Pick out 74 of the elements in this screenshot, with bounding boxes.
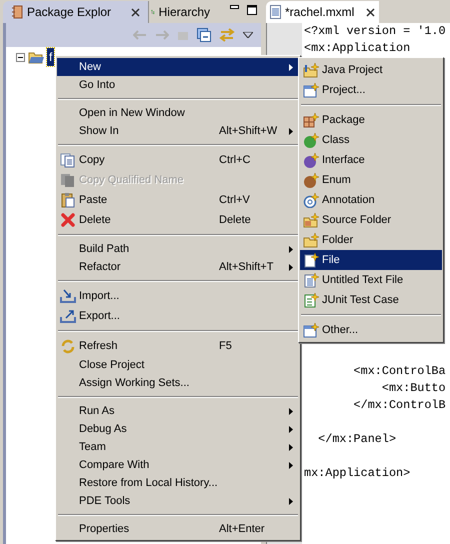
- menu-item[interactable]: Team: [57, 438, 299, 456]
- documents-icon: [60, 172, 76, 188]
- code-line: mx:Application>: [304, 465, 410, 482]
- menu-item[interactable]: Project...: [300, 80, 442, 100]
- menu-item[interactable]: Package: [300, 110, 442, 130]
- menu-item[interactable]: Open in New Window: [57, 104, 299, 122]
- package-plus-icon: [303, 112, 319, 128]
- view-tab[interactable]: Package Explor: [3, 1, 148, 23]
- package-icon: [11, 5, 23, 19]
- ring-plus-icon: [303, 192, 319, 208]
- circle-plus-icon: [303, 152, 319, 168]
- menu-item[interactable]: Copy Ctrl+C: [57, 150, 299, 170]
- menu-item[interactable]: Debug As: [57, 420, 299, 438]
- circle-plus-icon: [303, 132, 319, 148]
- x-icon: [60, 212, 76, 228]
- menu-item[interactable]: Properties Alt+Enter: [57, 520, 299, 538]
- menu-item[interactable]: Enum: [300, 170, 442, 190]
- menu-item[interactable]: Java Project: [300, 60, 442, 80]
- code-line: </mx:ControlB: [352, 397, 446, 414]
- tree-item[interactable]: f: [47, 48, 54, 66]
- menu-item[interactable]: Show In Alt+Shift+W: [57, 122, 299, 140]
- menu-item[interactable]: Compare With: [57, 456, 299, 474]
- folder-plus-icon: [303, 212, 319, 228]
- menu-item[interactable]: Untitled Text File: [300, 270, 442, 290]
- tray-arrow-icon: [60, 288, 76, 304]
- menu-item[interactable]: New: [57, 58, 299, 76]
- menu-item[interactable]: Assign Working Sets...: [57, 374, 299, 392]
- folder-plus-icon: [303, 62, 319, 78]
- menu-item[interactable]: Annotation: [300, 190, 442, 210]
- menu-item[interactable]: Close Project: [57, 356, 299, 374]
- window-plus-icon: [303, 322, 319, 338]
- menu-item[interactable]: Import...: [57, 286, 299, 306]
- menu-item[interactable]: Other...: [300, 320, 442, 340]
- folder-icon: [28, 50, 44, 64]
- menu-item[interactable]: Export...: [57, 306, 299, 326]
- menu-item[interactable]: Refresh F5: [57, 336, 299, 356]
- collapse-toggle-icon[interactable]: [16, 52, 25, 62]
- code-line: <mx:Application: [304, 40, 410, 57]
- file-plus-icon: [303, 252, 319, 268]
- documents-icon: [60, 152, 76, 168]
- maximize-icon[interactable]: [247, 5, 257, 15]
- minimize-icon[interactable]: [230, 5, 239, 11]
- clipboard-icon: [60, 192, 76, 208]
- file-plus-icon: [303, 272, 319, 288]
- menu-item[interactable]: Interface: [300, 150, 442, 170]
- document-icon: [270, 5, 281, 19]
- menu-item[interactable]: Run As: [57, 402, 299, 420]
- close-icon[interactable]: [131, 8, 140, 16]
- dropdown-icon[interactable]: [243, 32, 253, 38]
- menu-item[interactable]: Restore from Local History...: [57, 474, 299, 492]
- editor-tab[interactable]: *rachel.mxml: [266, 1, 380, 23]
- menu-item[interactable]: Class: [300, 130, 442, 150]
- tray-arrow-icon: [60, 308, 76, 324]
- menu-item[interactable]: Go Into: [57, 76, 299, 94]
- menu-item[interactable]: Folder: [300, 230, 442, 250]
- menu-item[interactable]: JUnit Test Case: [300, 290, 442, 310]
- code-line: <mx:ControlBa: [352, 363, 446, 380]
- menu-item[interactable]: Delete Delete: [57, 210, 299, 230]
- menu-item[interactable]: Refactor Alt+Shift+T: [57, 258, 299, 276]
- code-line: <mx:Butto: [380, 380, 446, 397]
- menu-item[interactable]: Paste Ctrl+V: [57, 190, 299, 210]
- close-icon[interactable]: [366, 8, 376, 16]
- menu-item[interactable]: Source Folder: [300, 210, 442, 230]
- menu-item[interactable]: PDE Tools: [57, 492, 299, 510]
- menu-item[interactable]: Build Path: [57, 240, 299, 258]
- circle-plus-icon: [303, 172, 319, 188]
- file-plus-icon: [303, 292, 319, 308]
- folder-plus-icon: [303, 232, 319, 248]
- code-line: <?xml version = '1.0: [304, 23, 446, 40]
- refresh-icon: [60, 338, 76, 354]
- menu-item[interactable]: File: [300, 250, 442, 270]
- code-line: </mx:Panel>: [317, 431, 396, 448]
- collapse-all-icon[interactable]: [197, 28, 211, 42]
- window-plus-icon: [303, 82, 319, 98]
